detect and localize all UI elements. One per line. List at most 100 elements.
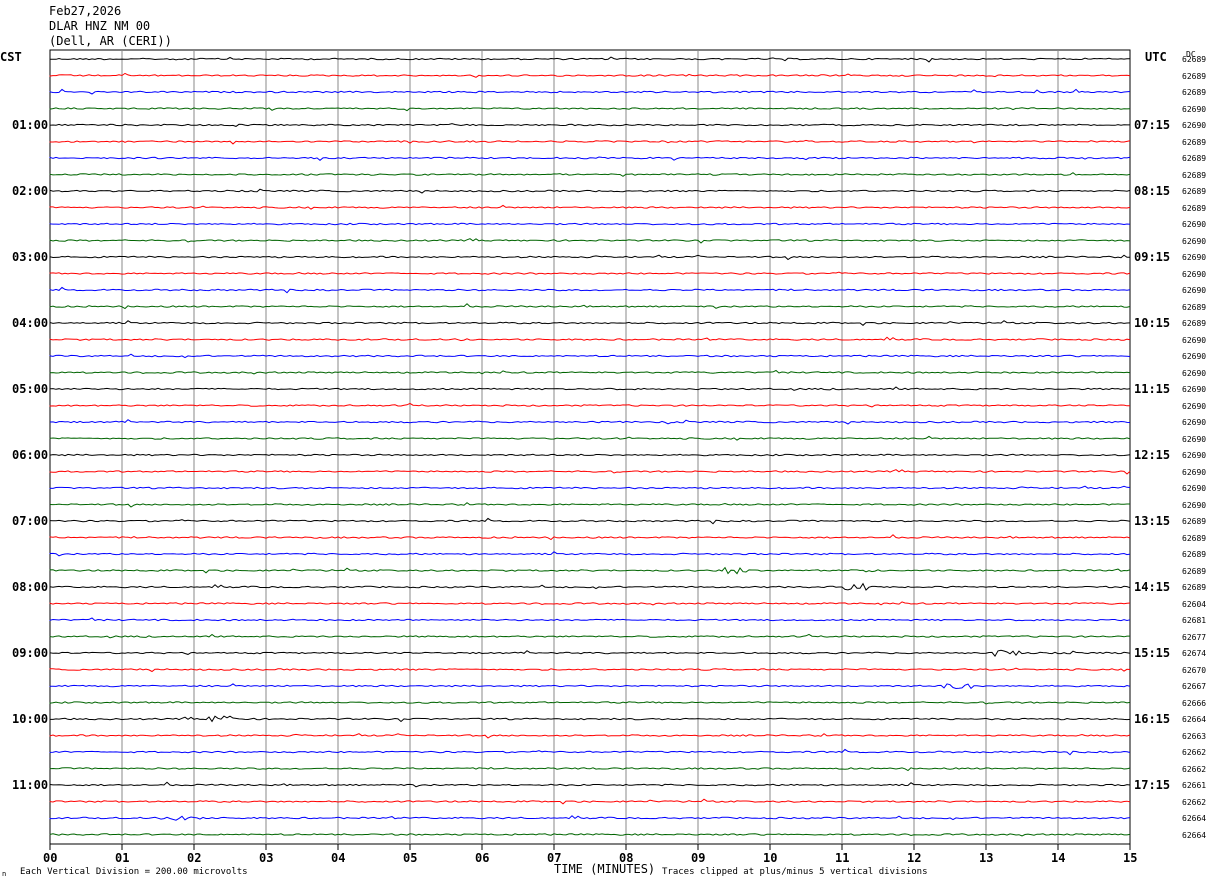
dc-offset-label: 62677 — [1182, 632, 1207, 642]
dc-offset-label: 62690 — [1182, 385, 1207, 394]
trace-line — [49, 271, 1131, 275]
right-hour-label: 07:15 — [1134, 118, 1171, 132]
dc-offset-label: 62690 — [1182, 401, 1207, 411]
dc-offset-label: 62689 — [1182, 533, 1207, 543]
trace-line — [49, 172, 1131, 177]
dc-offset-label: 62689 — [1182, 583, 1207, 592]
trace-line — [49, 435, 1131, 441]
trace-line — [49, 88, 1131, 95]
trace-line — [49, 369, 1131, 375]
trace-line — [49, 701, 1131, 705]
dc-offset-label: 62690 — [1182, 484, 1207, 493]
trace-line — [49, 485, 1131, 490]
trace-line — [49, 353, 1131, 359]
dc-offset-label: 62690 — [1182, 286, 1207, 295]
trace-line — [49, 254, 1131, 261]
trace-line — [49, 238, 1131, 244]
x-tick-label: 09 — [691, 851, 706, 865]
trace-line — [49, 781, 1131, 788]
trace-line — [49, 336, 1131, 342]
trace-line — [49, 649, 1131, 657]
trace-line — [49, 566, 1131, 575]
dc-offset-label: 62690 — [1182, 121, 1207, 130]
trace-line — [49, 833, 1131, 837]
trace-line — [49, 617, 1131, 622]
trace-line — [49, 72, 1131, 78]
dc-offset-label: 62663 — [1182, 731, 1207, 741]
trace-line — [49, 469, 1131, 475]
dc-offset-label: 62690 — [1182, 269, 1207, 279]
dc-offset-label: 62689 — [1182, 550, 1207, 559]
right-hour-label: 12:15 — [1134, 448, 1171, 462]
trace-line — [49, 766, 1131, 772]
left-hour-label: 04:00 — [12, 316, 49, 330]
left-hour-label: 02:00 — [12, 184, 49, 198]
dc-offset-label: 62689 — [1182, 302, 1207, 312]
x-tick-label: 14 — [1051, 851, 1066, 865]
dc-offset-label: 62689 — [1182, 203, 1207, 213]
trace-line — [49, 502, 1130, 508]
dc-offset-label: 62690 — [1182, 500, 1207, 510]
right-hour-label: 16:15 — [1134, 712, 1171, 726]
trace-line — [49, 633, 1130, 639]
dc-offset-label: 62689 — [1182, 55, 1207, 64]
corner-mark: n — [2, 870, 7, 878]
right-hour-label: 09:15 — [1134, 250, 1171, 264]
left-hour-label: 08:00 — [12, 580, 49, 594]
dc-offset-label: 62666 — [1182, 698, 1207, 708]
trace-line — [49, 188, 1131, 194]
clip-note: Traces clipped at plus/minus 5 vertical … — [662, 867, 928, 877]
trace-line — [49, 402, 1131, 408]
x-tick-label: 05 — [403, 851, 418, 865]
dc-offset-label: 62661 — [1182, 781, 1207, 790]
right-hour-label: 17:15 — [1134, 778, 1171, 792]
right-hour-label: 15:15 — [1134, 646, 1171, 660]
trace-line — [49, 222, 1131, 226]
trace-line — [49, 582, 1131, 591]
dc-offset-label: 62662 — [1182, 797, 1207, 807]
dc-offset-label: 62664 — [1182, 814, 1207, 823]
trace-line — [49, 683, 1131, 690]
dc-offset-label: 62689 — [1182, 154, 1207, 163]
left-hour-label: 06:00 — [12, 448, 49, 462]
dc-offset-label: 62690 — [1182, 104, 1207, 114]
trace-line — [49, 123, 1130, 127]
dc-offset-label: 62690 — [1182, 368, 1207, 378]
trace-line — [49, 601, 1131, 606]
dc-offset-label: 62689 — [1182, 566, 1207, 576]
dc-offset-label: 62689 — [1182, 71, 1207, 81]
dc-offset-label: 62690 — [1182, 434, 1207, 444]
trace-line — [49, 667, 1131, 673]
x-tick-label: 02 — [187, 851, 202, 865]
x-tick-label: 10 — [763, 851, 778, 865]
trace-line — [49, 517, 1131, 525]
dc-offset-label: 62667 — [1182, 682, 1207, 691]
left-hour-label: 10:00 — [12, 712, 49, 726]
dc-offset-label: 62662 — [1182, 764, 1207, 774]
dc-offset-label: 62664 — [1182, 830, 1207, 840]
right-hour-label: 14:15 — [1134, 580, 1171, 594]
x-tick-label: 13 — [979, 851, 994, 865]
trace-line — [49, 748, 1131, 756]
dc-offset-label: 62604 — [1182, 599, 1207, 609]
trace-line — [49, 551, 1131, 557]
dc-offset-label: 62681 — [1182, 616, 1207, 625]
dc-offset-label: 62689 — [1182, 319, 1207, 328]
dc-offset-label: 62689 — [1182, 517, 1207, 526]
dc-offset-label: 62674 — [1182, 649, 1207, 658]
left-hour-label: 07:00 — [12, 514, 49, 528]
dc-offset-label: 62690 — [1182, 451, 1207, 460]
left-hour-label: 05:00 — [12, 382, 49, 396]
trace-line — [49, 386, 1131, 391]
dc-offset-label: 62690 — [1182, 236, 1207, 246]
x-tick-label: 03 — [259, 851, 274, 865]
right-hour-label: 11:15 — [1134, 382, 1171, 396]
trace-line — [49, 139, 1131, 145]
dc-offset-label: 62690 — [1182, 467, 1207, 477]
left-hour-label: 01:00 — [12, 118, 49, 132]
x-tick-label: 15 — [1123, 851, 1138, 865]
dc-offset-label: 62690 — [1182, 335, 1207, 345]
trace-line — [49, 303, 1131, 310]
dc-offset-label: 62664 — [1182, 715, 1207, 724]
left-hour-label: 09:00 — [12, 646, 49, 660]
